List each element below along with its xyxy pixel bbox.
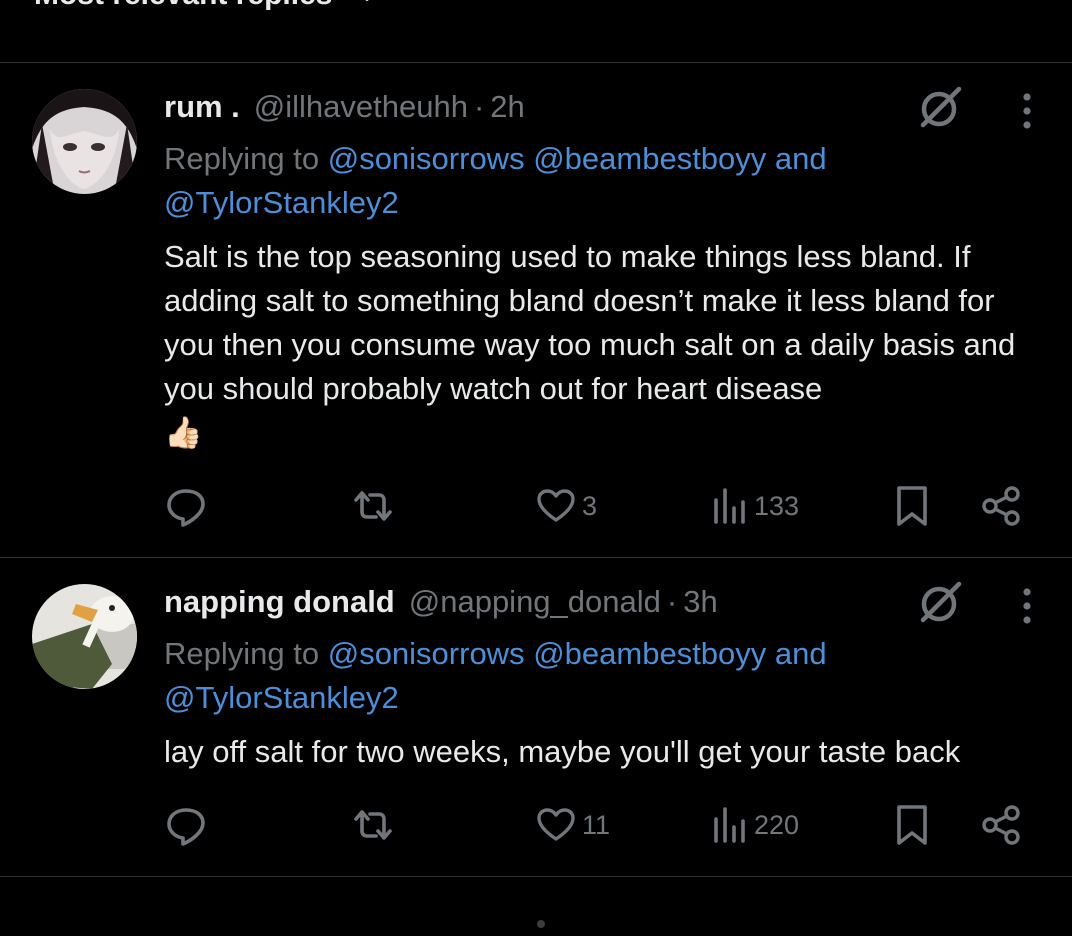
reply-icon — [167, 489, 205, 527]
like-button[interactable]: 11 — [536, 800, 610, 850]
divider — [0, 876, 1072, 877]
replying-prefix: Replying to — [164, 141, 320, 176]
mention-link[interactable]: @sonisorrows — [328, 636, 525, 671]
thumbs-up-emoji: 👍🏻 — [164, 415, 203, 450]
reply-header: rum . @illhavetheuhh · 2h — [164, 89, 525, 125]
views-button[interactable]: 220 — [712, 800, 799, 850]
action-bar: 3 133 — [164, 481, 1044, 531]
display-name[interactable]: napping donald — [164, 584, 395, 620]
repost-button[interactable] — [350, 800, 396, 850]
grok-icon[interactable] — [915, 81, 967, 133]
sort-label: Most relevant replies — [34, 0, 332, 12]
mention-link[interactable]: @beambestboyy — [533, 636, 766, 671]
user-handle[interactable]: @napping_donald — [409, 584, 661, 620]
user-handle[interactable]: @illhavetheuhh — [254, 89, 468, 125]
like-count: 3 — [582, 490, 598, 521]
mention-link[interactable]: @beambestboyy — [533, 141, 766, 176]
separator-dot: · — [473, 89, 485, 124]
chevron-down-icon — [365, 0, 370, 1]
replying-prefix: Replying to — [164, 636, 320, 671]
repost-icon — [354, 810, 392, 840]
timestamp[interactable]: 2h — [490, 89, 524, 125]
bookmark-button[interactable] — [894, 481, 930, 531]
reply-text: Salt is the top seasoning used to make t… — [164, 235, 1044, 455]
bookmark-icon — [897, 486, 927, 526]
avatar-image — [32, 89, 137, 194]
sort-replies-dropdown[interactable]: Most relevant replies — [34, 0, 380, 12]
view-count: 133 — [754, 490, 800, 521]
views-icon — [714, 807, 745, 843]
grok-icon[interactable] — [915, 576, 967, 628]
reply-text: lay off salt for two weeks, maybe you'll… — [164, 730, 1044, 774]
separator-dot: · — [666, 584, 678, 619]
avatar[interactable] — [32, 584, 137, 689]
reply-text-content: Salt is the top seasoning used to make t… — [164, 239, 1016, 406]
views-button[interactable]: 133 — [712, 481, 799, 531]
heart-icon — [537, 489, 575, 522]
like-button[interactable]: 3 — [536, 481, 597, 531]
views-icon — [714, 488, 745, 524]
mention-link[interactable]: @TylorStankley2 — [164, 680, 399, 715]
display-name[interactable]: rum . — [164, 89, 240, 125]
repost-icon — [354, 491, 392, 521]
more-options-icon[interactable] — [1010, 85, 1044, 137]
timestamp[interactable]: 3h — [683, 584, 717, 620]
reply-icon — [167, 808, 205, 846]
and-others-link[interactable]: and — [775, 636, 827, 671]
mention-link[interactable]: @TylorStankley2 — [164, 185, 399, 220]
share-icon — [982, 486, 1020, 526]
mention-link[interactable]: @sonisorrows — [328, 141, 525, 176]
bookmark-button[interactable] — [894, 800, 930, 850]
scroll-indicator — [537, 920, 545, 928]
share-button[interactable] — [980, 481, 1024, 531]
reply-header: napping donald @napping_donald · 3h — [164, 584, 718, 620]
reply-text-content: lay off salt for two weeks, maybe you'll… — [164, 734, 961, 769]
reply-button[interactable] — [164, 481, 208, 531]
replies-page: Most relevant replies rum . @illhavetheu… — [0, 0, 1072, 936]
action-bar: 11 220 — [164, 800, 1044, 850]
share-button[interactable] — [980, 800, 1024, 850]
avatar-image — [32, 584, 137, 689]
replying-to: Replying to @sonisorrows @beambestboyy a… — [164, 632, 1044, 720]
repost-button[interactable] — [350, 481, 396, 531]
reply-item[interactable]: napping donald @napping_donald · 3h Repl… — [0, 558, 1072, 876]
share-icon — [982, 805, 1020, 845]
reply-item[interactable]: rum . @illhavetheuhh · 2h Replying to @s… — [0, 63, 1072, 557]
heart-icon — [537, 808, 575, 841]
and-others-link[interactable]: and — [775, 141, 827, 176]
avatar[interactable] — [32, 89, 137, 194]
view-count: 220 — [754, 809, 800, 840]
replying-to: Replying to @sonisorrows @beambestboyy a… — [164, 137, 1044, 225]
bookmark-icon — [897, 805, 927, 845]
like-count: 11 — [582, 809, 611, 840]
more-options-icon[interactable] — [1010, 580, 1044, 632]
reply-button[interactable] — [164, 800, 208, 850]
